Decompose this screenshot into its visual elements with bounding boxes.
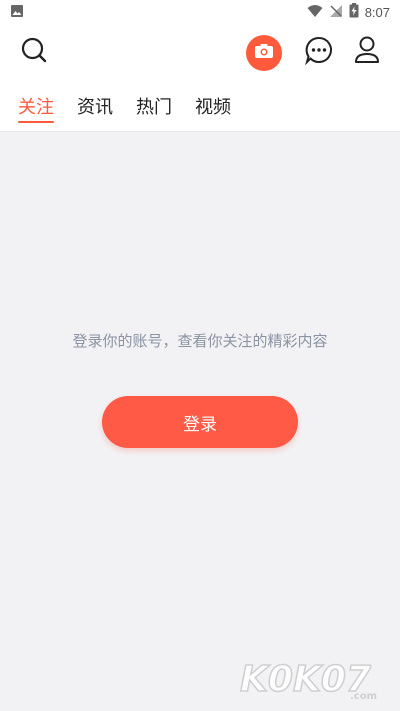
login-prompt: 登录你的账号，查看你关注的精彩内容 <box>72 332 328 350</box>
login-button[interactable]: 登录 <box>102 396 298 448</box>
tab-follow[interactable]: 关注 <box>18 80 54 132</box>
follow-content: 登录你的账号，查看你关注的精彩内容 登录 <box>0 133 400 711</box>
wifi-icon <box>307 4 323 21</box>
svg-text:.com: .com <box>350 691 377 702</box>
top-bar <box>0 24 400 80</box>
battery-charging-icon <box>349 3 359 21</box>
camera-button[interactable] <box>246 35 282 71</box>
no-signal-icon <box>329 4 343 21</box>
status-bar: 8:07 <box>0 0 400 24</box>
category-tabs: 关注 资讯 热门 视频 <box>0 80 400 132</box>
camera-icon <box>254 43 274 63</box>
message-icon <box>304 35 334 69</box>
search-button[interactable] <box>16 36 52 68</box>
tab-news[interactable]: 资讯 <box>77 80 113 132</box>
search-icon <box>20 36 48 68</box>
tab-video[interactable]: 视频 <box>195 80 231 132</box>
message-button[interactable] <box>302 35 336 69</box>
watermark-logo: K0K07 .com <box>239 658 377 702</box>
image-icon <box>10 4 24 21</box>
user-button[interactable] <box>350 35 384 69</box>
tab-hot[interactable]: 热门 <box>136 80 172 132</box>
status-time: 8:07 <box>364 4 390 20</box>
user-icon <box>353 35 381 69</box>
